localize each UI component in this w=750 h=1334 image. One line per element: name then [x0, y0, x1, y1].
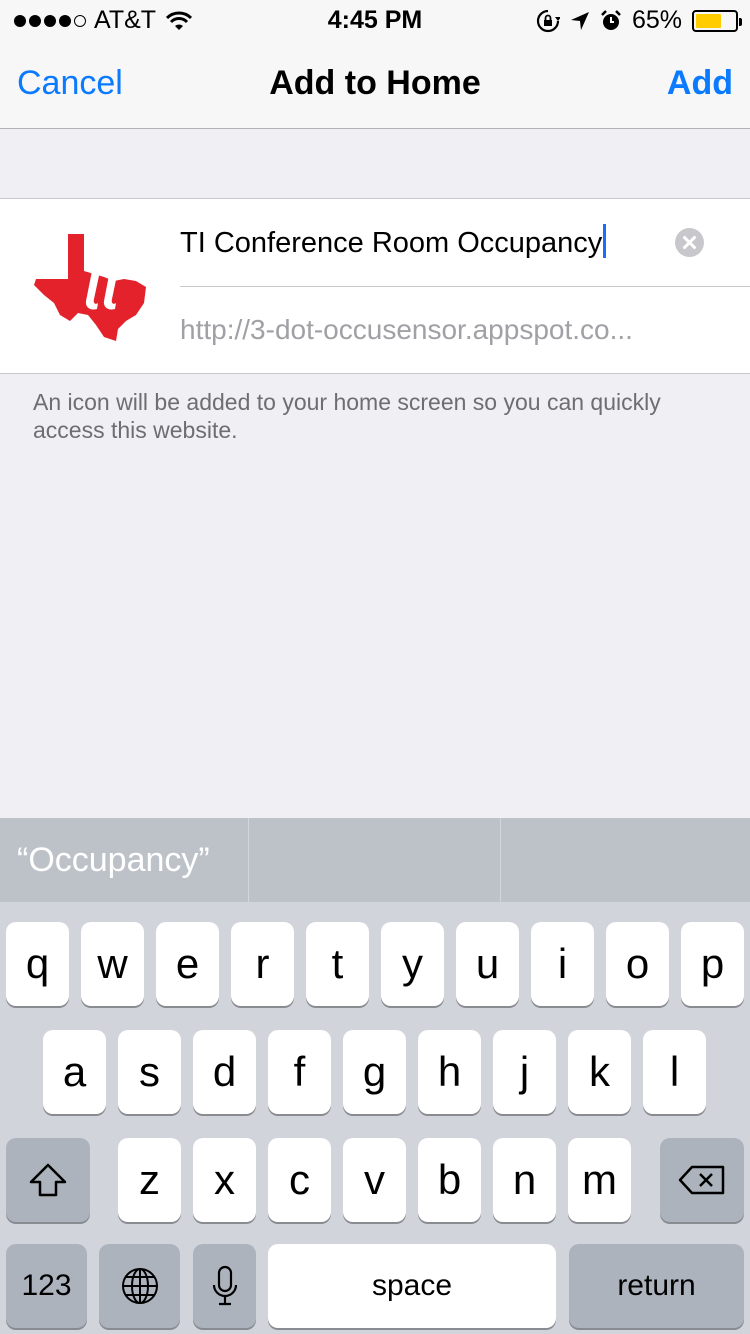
key-n[interactable]: n: [493, 1138, 556, 1222]
key-w[interactable]: w: [81, 922, 144, 1006]
key-t[interactable]: t: [306, 922, 369, 1006]
key-o[interactable]: o: [606, 922, 669, 1006]
globe-icon: [121, 1268, 158, 1304]
key-l[interactable]: l: [643, 1030, 706, 1114]
url-label: http://3-dot-occusensor.appspot.co...: [180, 314, 633, 345]
dictation-key[interactable]: [193, 1244, 256, 1328]
location-arrow-icon: [570, 11, 589, 30]
numbers-key[interactable]: 123: [6, 1244, 87, 1328]
key-f[interactable]: f: [268, 1030, 331, 1114]
key-h[interactable]: h: [418, 1030, 481, 1114]
battery-fill: [696, 13, 721, 28]
text-caret: [603, 224, 607, 258]
key-j[interactable]: j: [493, 1030, 556, 1114]
key-d[interactable]: d: [193, 1030, 256, 1114]
key-i[interactable]: i: [531, 922, 594, 1006]
suggestion-1-label: “Occupancy”: [17, 840, 210, 879]
microphone-icon: [212, 1265, 237, 1306]
clear-text-icon[interactable]: [675, 228, 704, 257]
ti-texas-logo-icon: [34, 234, 146, 341]
status-bar: AT&T 4:45 PM 65%: [0, 0, 750, 40]
key-v[interactable]: v: [343, 1138, 406, 1222]
suggestion-2[interactable]: [249, 818, 501, 902]
key-e[interactable]: e: [156, 922, 219, 1006]
bookmark-card: TI Conference Room Occupancy http://3-do…: [0, 198, 750, 374]
delete-key[interactable]: [660, 1138, 744, 1222]
add-button[interactable]: Add: [667, 64, 733, 103]
key-c[interactable]: c: [268, 1138, 331, 1222]
key-g[interactable]: g: [343, 1030, 406, 1114]
title-input-value: TI Conference Room Occupancy: [180, 227, 603, 259]
page-title: Add to Home: [269, 64, 481, 102]
key-y[interactable]: y: [381, 922, 444, 1006]
title-field[interactable]: TI Conference Room Occupancy: [180, 199, 750, 287]
key-q[interactable]: q: [6, 922, 69, 1006]
suggestion-1[interactable]: “Occupancy”: [0, 818, 249, 902]
key-u[interactable]: u: [456, 922, 519, 1006]
shift-arrow-icon: [29, 1163, 67, 1197]
status-right: 65%: [536, 6, 742, 35]
predictive-bar: “Occupancy”: [0, 818, 750, 902]
return-key[interactable]: return: [569, 1244, 744, 1328]
rotation-lock-icon: [536, 9, 560, 32]
suggestion-3[interactable]: [501, 818, 750, 902]
navigation-bar: Cancel Add to Home Add: [0, 40, 750, 129]
shift-key[interactable]: [6, 1138, 90, 1222]
key-s[interactable]: s: [118, 1030, 181, 1114]
key-p[interactable]: p: [681, 922, 744, 1006]
key-b[interactable]: b: [418, 1138, 481, 1222]
space-key[interactable]: space: [268, 1244, 556, 1328]
key-k[interactable]: k: [568, 1030, 631, 1114]
key-r[interactable]: r: [231, 922, 294, 1006]
hint-text: An icon will be added to your home scree…: [33, 389, 661, 443]
key-m[interactable]: m: [568, 1138, 631, 1222]
key-x[interactable]: x: [193, 1138, 256, 1222]
title-input-text[interactable]: TI Conference Room Occupancy: [180, 224, 607, 260]
key-a[interactable]: a: [43, 1030, 106, 1114]
battery-percent: 65%: [631, 6, 682, 34]
battery-icon: [692, 9, 742, 32]
backspace-icon: [678, 1165, 725, 1195]
key-z[interactable]: z: [118, 1138, 181, 1222]
keyboard: q w e r t y u i o p a s d f g h j k l z …: [0, 902, 750, 1334]
alarm-icon: [601, 9, 621, 30]
globe-key[interactable]: [99, 1244, 180, 1328]
